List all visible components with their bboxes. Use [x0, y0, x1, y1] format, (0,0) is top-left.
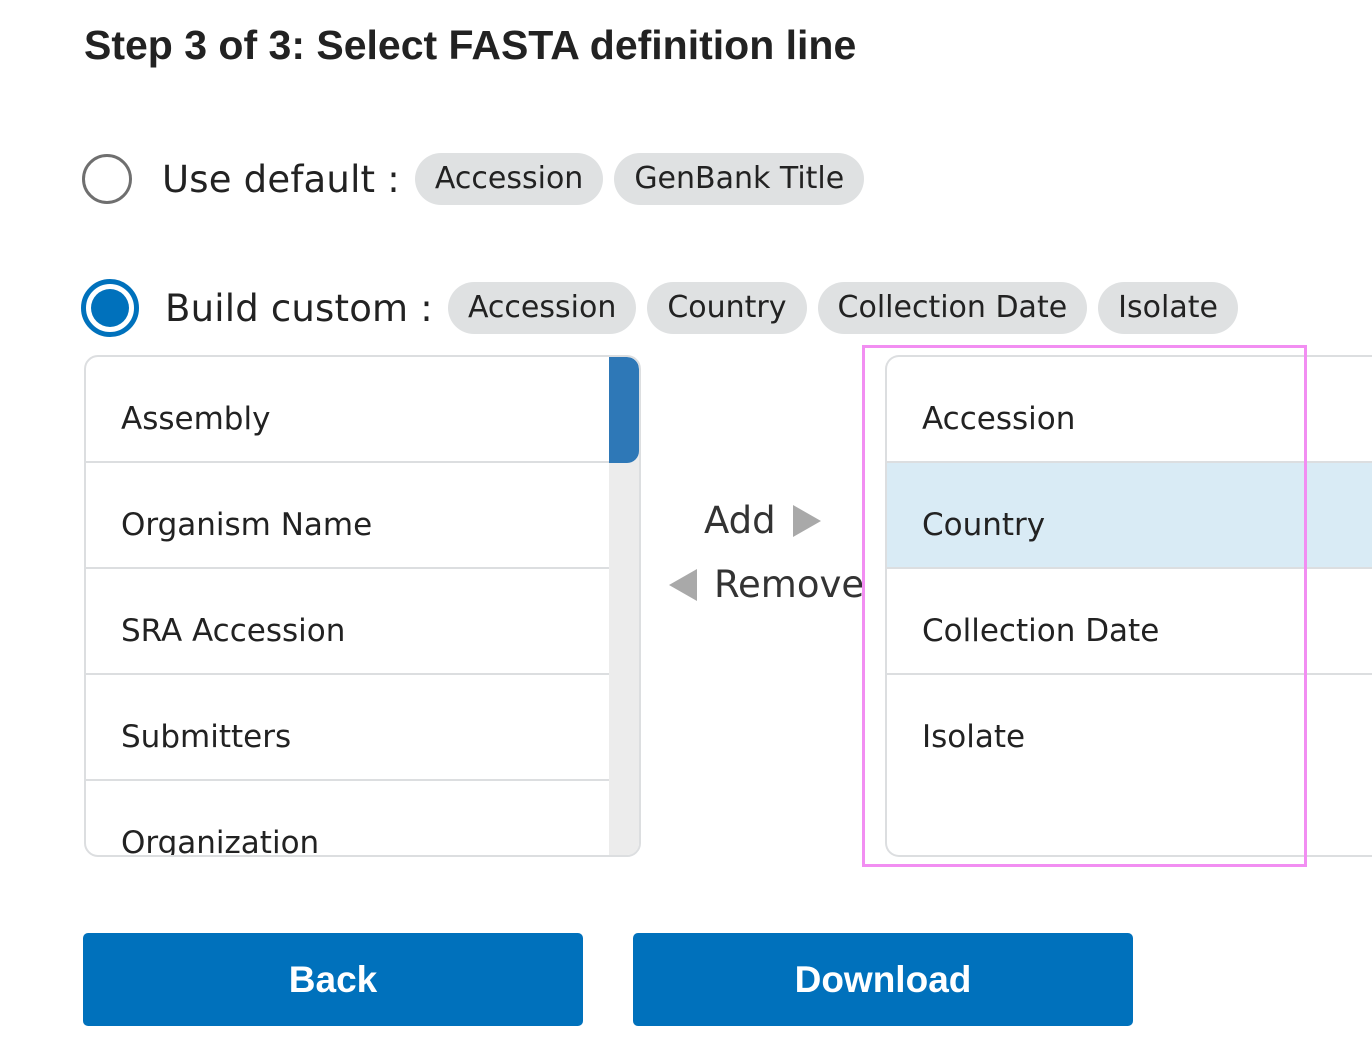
- selected-fields-list[interactable]: Accession Country Collection Date Isolat…: [885, 355, 1372, 857]
- page-title: Step 3 of 3: Select FASTA definition lin…: [84, 22, 857, 68]
- remove-label: Remove: [714, 563, 865, 606]
- add-label: Add: [704, 499, 776, 542]
- scrollbar-track[interactable]: [609, 357, 639, 855]
- remove-button[interactable]: Remove: [669, 563, 864, 606]
- back-button[interactable]: Back: [83, 933, 583, 1026]
- list-item[interactable]: Assembly: [86, 357, 609, 463]
- list-item[interactable]: Organization: [86, 781, 609, 855]
- build-custom-option[interactable]: Build custom : Accession Country Collect…: [81, 279, 1238, 337]
- add-button[interactable]: Add: [704, 499, 821, 542]
- custom-chip-country: Country: [647, 282, 807, 334]
- custom-chip-collection-date: Collection Date: [817, 282, 1088, 334]
- default-chip-accession: Accession: [414, 153, 604, 205]
- list-item-selected[interactable]: Country: [887, 463, 1372, 569]
- list-item[interactable]: SRA Accession: [86, 569, 609, 675]
- use-default-radio[interactable]: [82, 154, 132, 204]
- use-default-option[interactable]: Use default : Accession GenBank Title: [82, 151, 865, 207]
- available-fields-list[interactable]: Assembly Organism Name SRA Accession Sub…: [84, 355, 641, 857]
- list-item[interactable]: Collection Date: [887, 569, 1372, 675]
- list-item[interactable]: Organism Name: [86, 463, 609, 569]
- build-custom-label: Build custom :: [165, 286, 433, 330]
- use-default-label: Use default :: [162, 157, 400, 201]
- default-chips: Accession GenBank Title: [404, 153, 865, 205]
- list-item[interactable]: Isolate: [887, 675, 1372, 781]
- custom-chip-isolate: Isolate: [1098, 282, 1238, 334]
- arrow-right-icon: [792, 504, 821, 537]
- default-chip-genbank-title: GenBank Title: [614, 153, 865, 205]
- custom-chips: Accession Country Collection Date Isolat…: [437, 282, 1238, 334]
- download-button[interactable]: Download: [633, 933, 1133, 1026]
- scrollbar-thumb[interactable]: [609, 357, 639, 463]
- build-custom-radio[interactable]: [81, 279, 139, 337]
- custom-chip-accession: Accession: [447, 282, 637, 334]
- list-item[interactable]: Accession: [887, 357, 1372, 463]
- list-item[interactable]: Submitters: [86, 675, 609, 781]
- arrow-left-icon: [669, 568, 697, 601]
